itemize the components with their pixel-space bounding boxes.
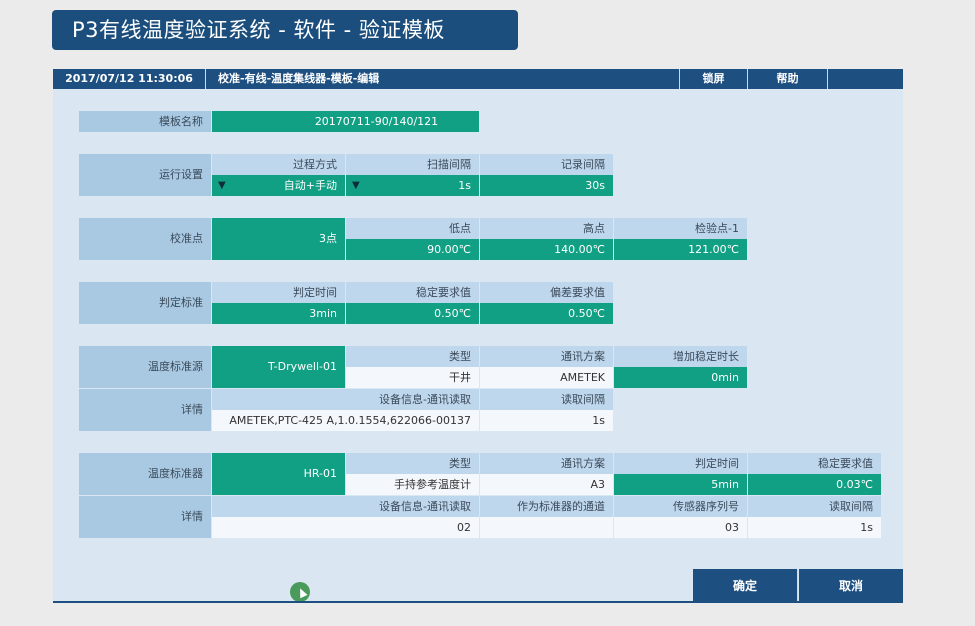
extra-stable-input[interactable]: 0min [614,367,747,388]
sensor-serial-header: 传感器序列号 [614,496,747,517]
source-read-interval-header: 读取间隔 [480,389,613,410]
source-device-info-value: AMETEK,PTC-425 A,1.0.1554,622066-00137 [212,410,479,431]
process-mode-header: 过程方式 [212,154,345,175]
source-read-interval-value: 1s [480,410,613,431]
record-interval-input[interactable]: 30s [480,175,613,196]
judge-time-input[interactable]: 3min [212,303,345,324]
standard-channel-value [480,517,613,538]
standard-details-label: 详情 [79,496,211,538]
standard-stability-header: 稳定要求值 [748,453,881,474]
sensor-serial-value: 03 [614,517,747,538]
standard-protocol-header: 通讯方案 [480,453,613,474]
source-type-value: 干井 [346,367,479,388]
standard-read-interval-value: 1s [748,517,881,538]
standard-protocol-value: A3 [480,474,613,495]
standard-type-value: 手持参考温度计 [346,474,479,495]
source-protocol-header: 通讯方案 [480,346,613,367]
check-point-header: 检验点-1 [614,218,747,239]
scan-interval-select[interactable]: ▼ 1s [346,175,479,196]
dropdown-arrow-icon: ▼ [218,180,226,191]
standard-channel-header: 作为标准器的通道 [480,496,613,517]
scan-interval-value: 1s [458,179,471,192]
app-window: 2017/07/12 11:30:06 校准-有线-温度集线器-模板-编辑 锁屏… [53,69,903,603]
source-device-info-header: 设备信息-通讯读取 [212,389,479,410]
source-type-header: 类型 [346,346,479,367]
temp-standard-label: 温度标准器 [79,453,211,495]
source-details-label: 详情 [79,389,211,431]
template-form: 模板名称 20170711-90/140/121 运行设置 过程方式 扫描间隔 … [53,69,903,601]
low-point-header: 低点 [346,218,479,239]
record-interval-header: 记录间隔 [480,154,613,175]
standard-judge-time-input[interactable]: 5min [614,474,747,495]
calibration-points-label: 校准点 [79,218,211,260]
standard-judge-time-header: 判定时间 [614,453,747,474]
standard-type-header: 类型 [346,453,479,474]
criteria-label: 判定标准 [79,282,211,324]
standard-read-interval-header: 读取间隔 [748,496,881,517]
stability-header: 稳定要求值 [346,282,479,303]
process-mode-select[interactable]: ▼ 自动+手动 [212,175,345,196]
extra-stable-header: 增加稳定时长 [614,346,747,367]
confirm-button[interactable]: 确定 [693,569,798,601]
deviation-header: 偏差要求值 [480,282,613,303]
high-point-input[interactable]: 140.00℃ [480,239,613,260]
deviation-input[interactable]: 0.50℃ [480,303,613,324]
stability-input[interactable]: 0.50℃ [346,303,479,324]
standard-device-info-value: 02 [212,517,479,538]
process-mode-value: 自动+手动 [283,179,337,192]
temp-source-label: 温度标准源 [79,346,211,388]
page-title-banner: P3有线温度验证系统 - 软件 - 验证模板 [52,10,518,50]
dropdown-arrow-icon: ▼ [352,180,360,191]
run-settings-label: 运行设置 [79,154,211,196]
judge-time-header: 判定时间 [212,282,345,303]
temp-source-device[interactable]: T-Drywell-01 [212,346,345,388]
check-point-input[interactable]: 121.00℃ [614,239,747,260]
low-point-input[interactable]: 90.00℃ [346,239,479,260]
standard-device-info-header: 设备信息-通讯读取 [212,496,479,517]
template-name-input[interactable]: 20170711-90/140/121 [212,111,479,132]
source-protocol-value: AMETEK [480,367,613,388]
high-point-header: 高点 [480,218,613,239]
temp-standard-device[interactable]: HR-01 [212,453,345,495]
standard-stability-input[interactable]: 0.03℃ [748,474,881,495]
cancel-button[interactable]: 取消 [799,569,903,601]
template-name-label: 模板名称 [79,111,211,132]
calibration-points-count[interactable]: 3点 [212,218,345,260]
scan-interval-header: 扫描间隔 [346,154,479,175]
